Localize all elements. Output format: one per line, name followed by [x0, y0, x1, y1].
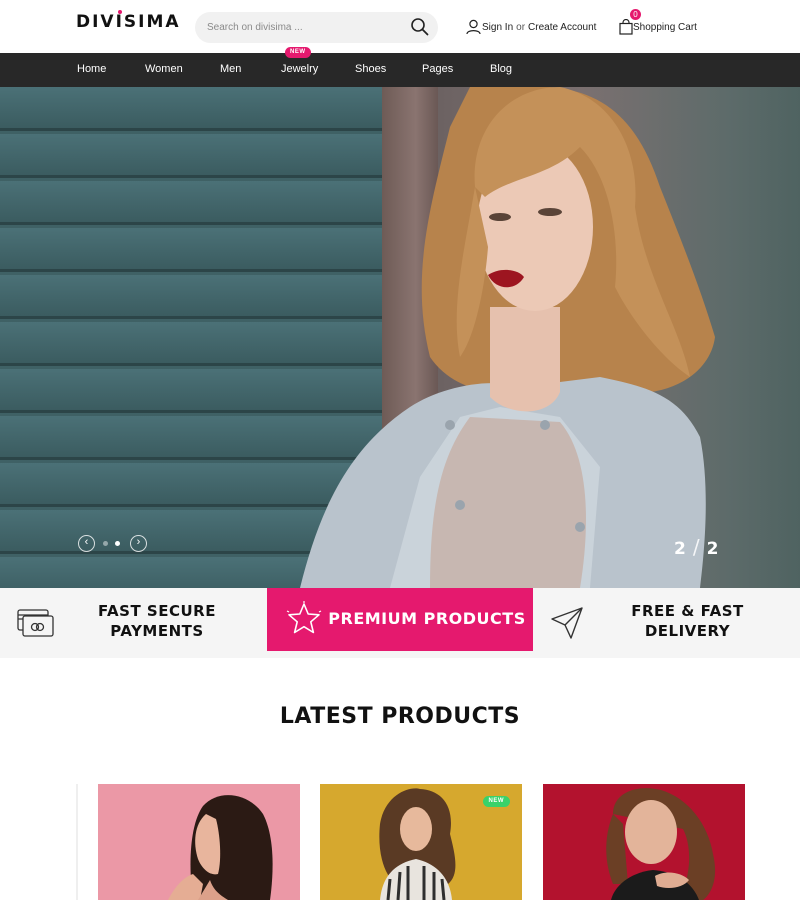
nav-item-men[interactable]: Men [220, 63, 241, 75]
nav-item-shoes[interactable]: Shoes [355, 63, 386, 75]
site-header: DIVISIMA Sign In or Create Account Shopp… [0, 0, 800, 53]
nav-item-home[interactable]: Home [77, 63, 106, 75]
shopping-cart-link[interactable]: Shopping Cart [619, 17, 697, 37]
feature-free-delivery: FREE & FAST DELIVERY [631, 602, 744, 640]
product-image-1 [168, 795, 273, 900]
slider-next-button[interactable]: › [130, 535, 147, 552]
slider-dot-2[interactable] [115, 541, 120, 546]
nav-item-pages[interactable]: Pages [422, 63, 453, 75]
feature-premium-label: PREMIUM PRODUCTS [328, 609, 526, 628]
nav-item-jewelry[interactable]: Jewelry [281, 63, 318, 75]
new-badge: NEW [285, 47, 311, 58]
create-account-link[interactable]: Create Account [528, 22, 596, 33]
shopping-bag-icon [619, 19, 633, 35]
carousel-edge [76, 784, 78, 900]
slide-total: 2 [706, 539, 720, 559]
credit-card-icon [17, 609, 54, 637]
feature-premium-products: PREMIUM PRODUCTS [267, 588, 533, 651]
site-logo[interactable]: DIVISIMA [76, 12, 181, 32]
account-links: Sign In or Create Account [466, 17, 596, 37]
search-icon[interactable] [410, 17, 430, 37]
product-image-3 [606, 788, 716, 900]
slider-dot-1[interactable] [103, 541, 108, 546]
search-bar [195, 12, 438, 43]
latest-products-title: LATEST PRODUCTS [279, 704, 521, 729]
product-new-badge: NEW [482, 796, 510, 807]
slide-current: 2 [674, 539, 687, 559]
features-bar: FAST SECURE PAYMENTS PREMIUM PRODUCTS FR… [0, 588, 800, 658]
search-input[interactable] [207, 18, 397, 37]
product-card-2[interactable]: NEW [320, 784, 522, 900]
shopping-cart-label: Shopping Cart [633, 21, 697, 33]
account-or-text: or [516, 21, 526, 33]
cart-count-badge: 0 [630, 9, 641, 20]
nav-item-women[interactable]: Women [145, 63, 183, 75]
feature-secure-payments: FAST SECURE PAYMENTS [98, 602, 216, 640]
nav-item-blog[interactable]: Blog [490, 63, 512, 75]
main-nav: Home Women Men Jewelry NEW Shoes Pages B… [0, 47, 800, 87]
user-icon [466, 19, 481, 35]
paper-plane-icon [551, 607, 583, 639]
hero-slider: ‹ › 2/2 [0, 87, 800, 588]
slide-counter: 2/2 [674, 535, 720, 559]
product-card-1[interactable] [98, 784, 300, 900]
product-card-3[interactable] [543, 784, 745, 900]
slider-prev-button[interactable]: ‹ [78, 535, 95, 552]
star-icon [286, 601, 322, 634]
sign-in-link[interactable]: Sign In [482, 22, 513, 33]
hero-model-image [300, 87, 715, 588]
